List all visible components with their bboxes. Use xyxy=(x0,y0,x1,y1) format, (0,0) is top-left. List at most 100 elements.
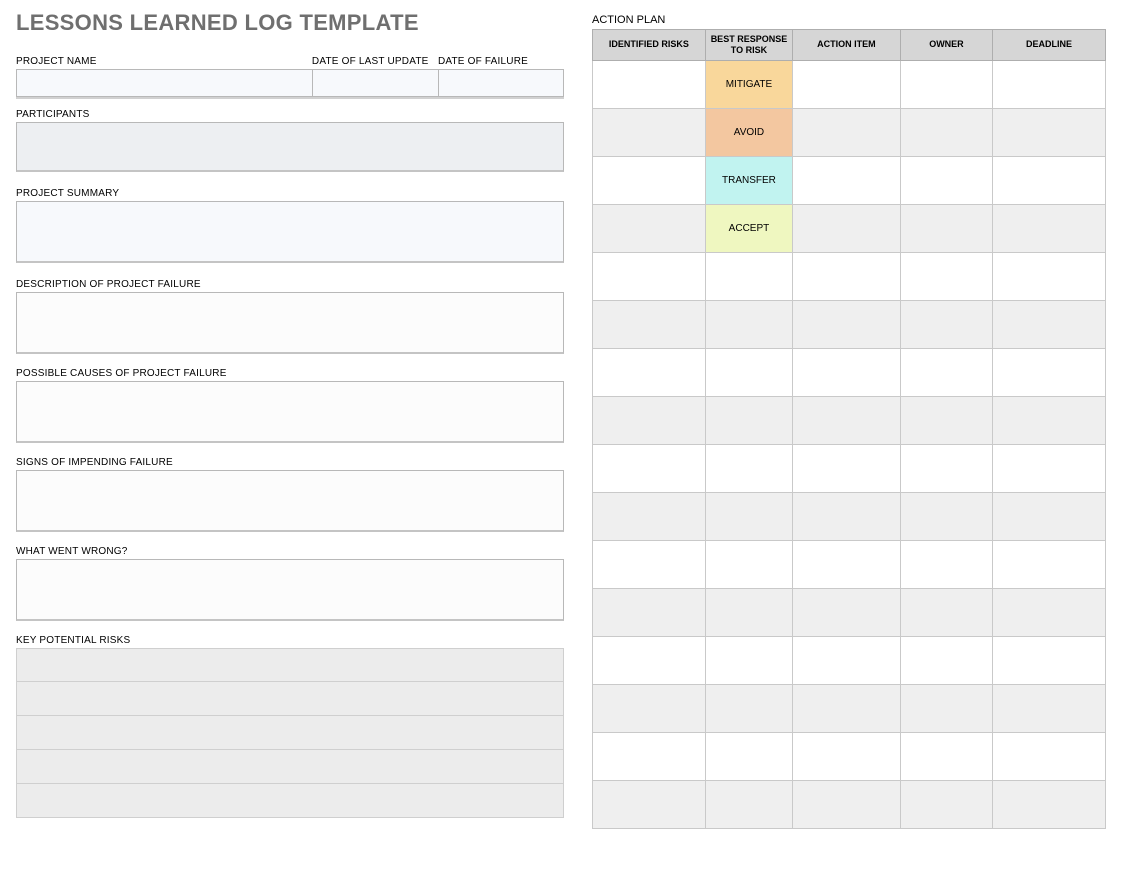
cell-identified-risk[interactable] xyxy=(593,396,706,444)
cell-identified-risk[interactable] xyxy=(593,348,706,396)
cell-deadline[interactable] xyxy=(993,588,1106,636)
cell-response[interactable]: ACCEPT xyxy=(705,204,792,252)
risk-row[interactable] xyxy=(16,750,564,784)
cell-identified-risk[interactable] xyxy=(593,492,706,540)
cell-owner[interactable] xyxy=(900,60,992,108)
cell-response[interactable]: MITIGATE xyxy=(705,60,792,108)
cell-response[interactable] xyxy=(705,684,792,732)
cell-response[interactable] xyxy=(705,636,792,684)
cell-action-item[interactable] xyxy=(793,588,901,636)
cell-deadline[interactable] xyxy=(993,204,1106,252)
cell-action-item[interactable] xyxy=(793,204,901,252)
cell-deadline[interactable] xyxy=(993,252,1106,300)
cell-response[interactable] xyxy=(705,252,792,300)
date-last-update-input[interactable] xyxy=(312,69,438,97)
desc-failure-input[interactable] xyxy=(16,292,564,354)
cell-action-item[interactable] xyxy=(793,108,901,156)
cell-deadline[interactable] xyxy=(993,732,1106,780)
causes-input[interactable] xyxy=(16,381,564,443)
cell-identified-risk[interactable] xyxy=(593,732,706,780)
risk-row[interactable] xyxy=(16,716,564,750)
cell-action-item[interactable] xyxy=(793,732,901,780)
cell-identified-risk[interactable] xyxy=(593,540,706,588)
cell-action-item[interactable] xyxy=(793,348,901,396)
cell-response[interactable] xyxy=(705,396,792,444)
cell-response[interactable]: TRANSFER xyxy=(705,156,792,204)
risk-row[interactable] xyxy=(16,682,564,716)
desc-failure-label: DESCRIPTION OF PROJECT FAILURE xyxy=(16,279,564,290)
table-row xyxy=(593,780,1106,828)
cell-owner[interactable] xyxy=(900,636,992,684)
cell-owner[interactable] xyxy=(900,252,992,300)
cell-owner[interactable] xyxy=(900,780,992,828)
signs-input[interactable] xyxy=(16,470,564,532)
cell-owner[interactable] xyxy=(900,156,992,204)
cell-owner[interactable] xyxy=(900,588,992,636)
cell-action-item[interactable] xyxy=(793,444,901,492)
participants-input[interactable] xyxy=(16,122,564,172)
cell-identified-risk[interactable] xyxy=(593,780,706,828)
cell-owner[interactable] xyxy=(900,492,992,540)
cell-owner[interactable] xyxy=(900,204,992,252)
cell-owner[interactable] xyxy=(900,300,992,348)
cell-action-item[interactable] xyxy=(793,300,901,348)
cell-identified-risk[interactable] xyxy=(593,300,706,348)
cell-response[interactable] xyxy=(705,492,792,540)
cell-identified-risk[interactable] xyxy=(593,684,706,732)
cell-owner[interactable] xyxy=(900,732,992,780)
cell-identified-risk[interactable] xyxy=(593,204,706,252)
date-failure-label: DATE OF FAILURE xyxy=(438,56,564,67)
cell-deadline[interactable] xyxy=(993,348,1106,396)
date-failure-input[interactable] xyxy=(438,69,564,97)
cell-response[interactable] xyxy=(705,588,792,636)
cell-action-item[interactable] xyxy=(793,636,901,684)
cell-identified-risk[interactable] xyxy=(593,252,706,300)
table-row xyxy=(593,348,1106,396)
cell-owner[interactable] xyxy=(900,540,992,588)
cell-response[interactable] xyxy=(705,348,792,396)
cell-deadline[interactable] xyxy=(993,780,1106,828)
cell-identified-risk[interactable] xyxy=(593,444,706,492)
cell-action-item[interactable] xyxy=(793,540,901,588)
risk-row[interactable] xyxy=(16,784,564,818)
cell-action-item[interactable] xyxy=(793,684,901,732)
cell-action-item[interactable] xyxy=(793,60,901,108)
cell-action-item[interactable] xyxy=(793,252,901,300)
cell-owner[interactable] xyxy=(900,108,992,156)
table-row xyxy=(593,540,1106,588)
cell-identified-risk[interactable] xyxy=(593,60,706,108)
cell-response[interactable] xyxy=(705,300,792,348)
cell-deadline[interactable] xyxy=(993,444,1106,492)
cell-action-item[interactable] xyxy=(793,492,901,540)
cell-identified-risk[interactable] xyxy=(593,636,706,684)
cell-action-item[interactable] xyxy=(793,156,901,204)
cell-deadline[interactable] xyxy=(993,636,1106,684)
cell-identified-risk[interactable] xyxy=(593,108,706,156)
cell-response[interactable]: AVOID xyxy=(705,108,792,156)
cell-response[interactable] xyxy=(705,732,792,780)
project-name-input[interactable] xyxy=(16,69,312,97)
cell-response[interactable] xyxy=(705,540,792,588)
cell-identified-risk[interactable] xyxy=(593,588,706,636)
cell-deadline[interactable] xyxy=(993,156,1106,204)
cell-deadline[interactable] xyxy=(993,300,1106,348)
cell-action-item[interactable] xyxy=(793,396,901,444)
cell-deadline[interactable] xyxy=(993,540,1106,588)
wrong-input[interactable] xyxy=(16,559,564,621)
cell-response[interactable] xyxy=(705,780,792,828)
cell-owner[interactable] xyxy=(900,396,992,444)
risk-row[interactable] xyxy=(16,648,564,682)
cell-owner[interactable] xyxy=(900,684,992,732)
cell-owner[interactable] xyxy=(900,444,992,492)
cell-deadline[interactable] xyxy=(993,396,1106,444)
cell-owner[interactable] xyxy=(900,348,992,396)
cell-identified-risk[interactable] xyxy=(593,156,706,204)
cell-deadline[interactable] xyxy=(993,492,1106,540)
cell-deadline[interactable] xyxy=(993,108,1106,156)
summary-input[interactable] xyxy=(16,201,564,263)
cell-response[interactable] xyxy=(705,444,792,492)
cell-deadline[interactable] xyxy=(993,684,1106,732)
table-row xyxy=(593,252,1106,300)
cell-deadline[interactable] xyxy=(993,60,1106,108)
cell-action-item[interactable] xyxy=(793,780,901,828)
